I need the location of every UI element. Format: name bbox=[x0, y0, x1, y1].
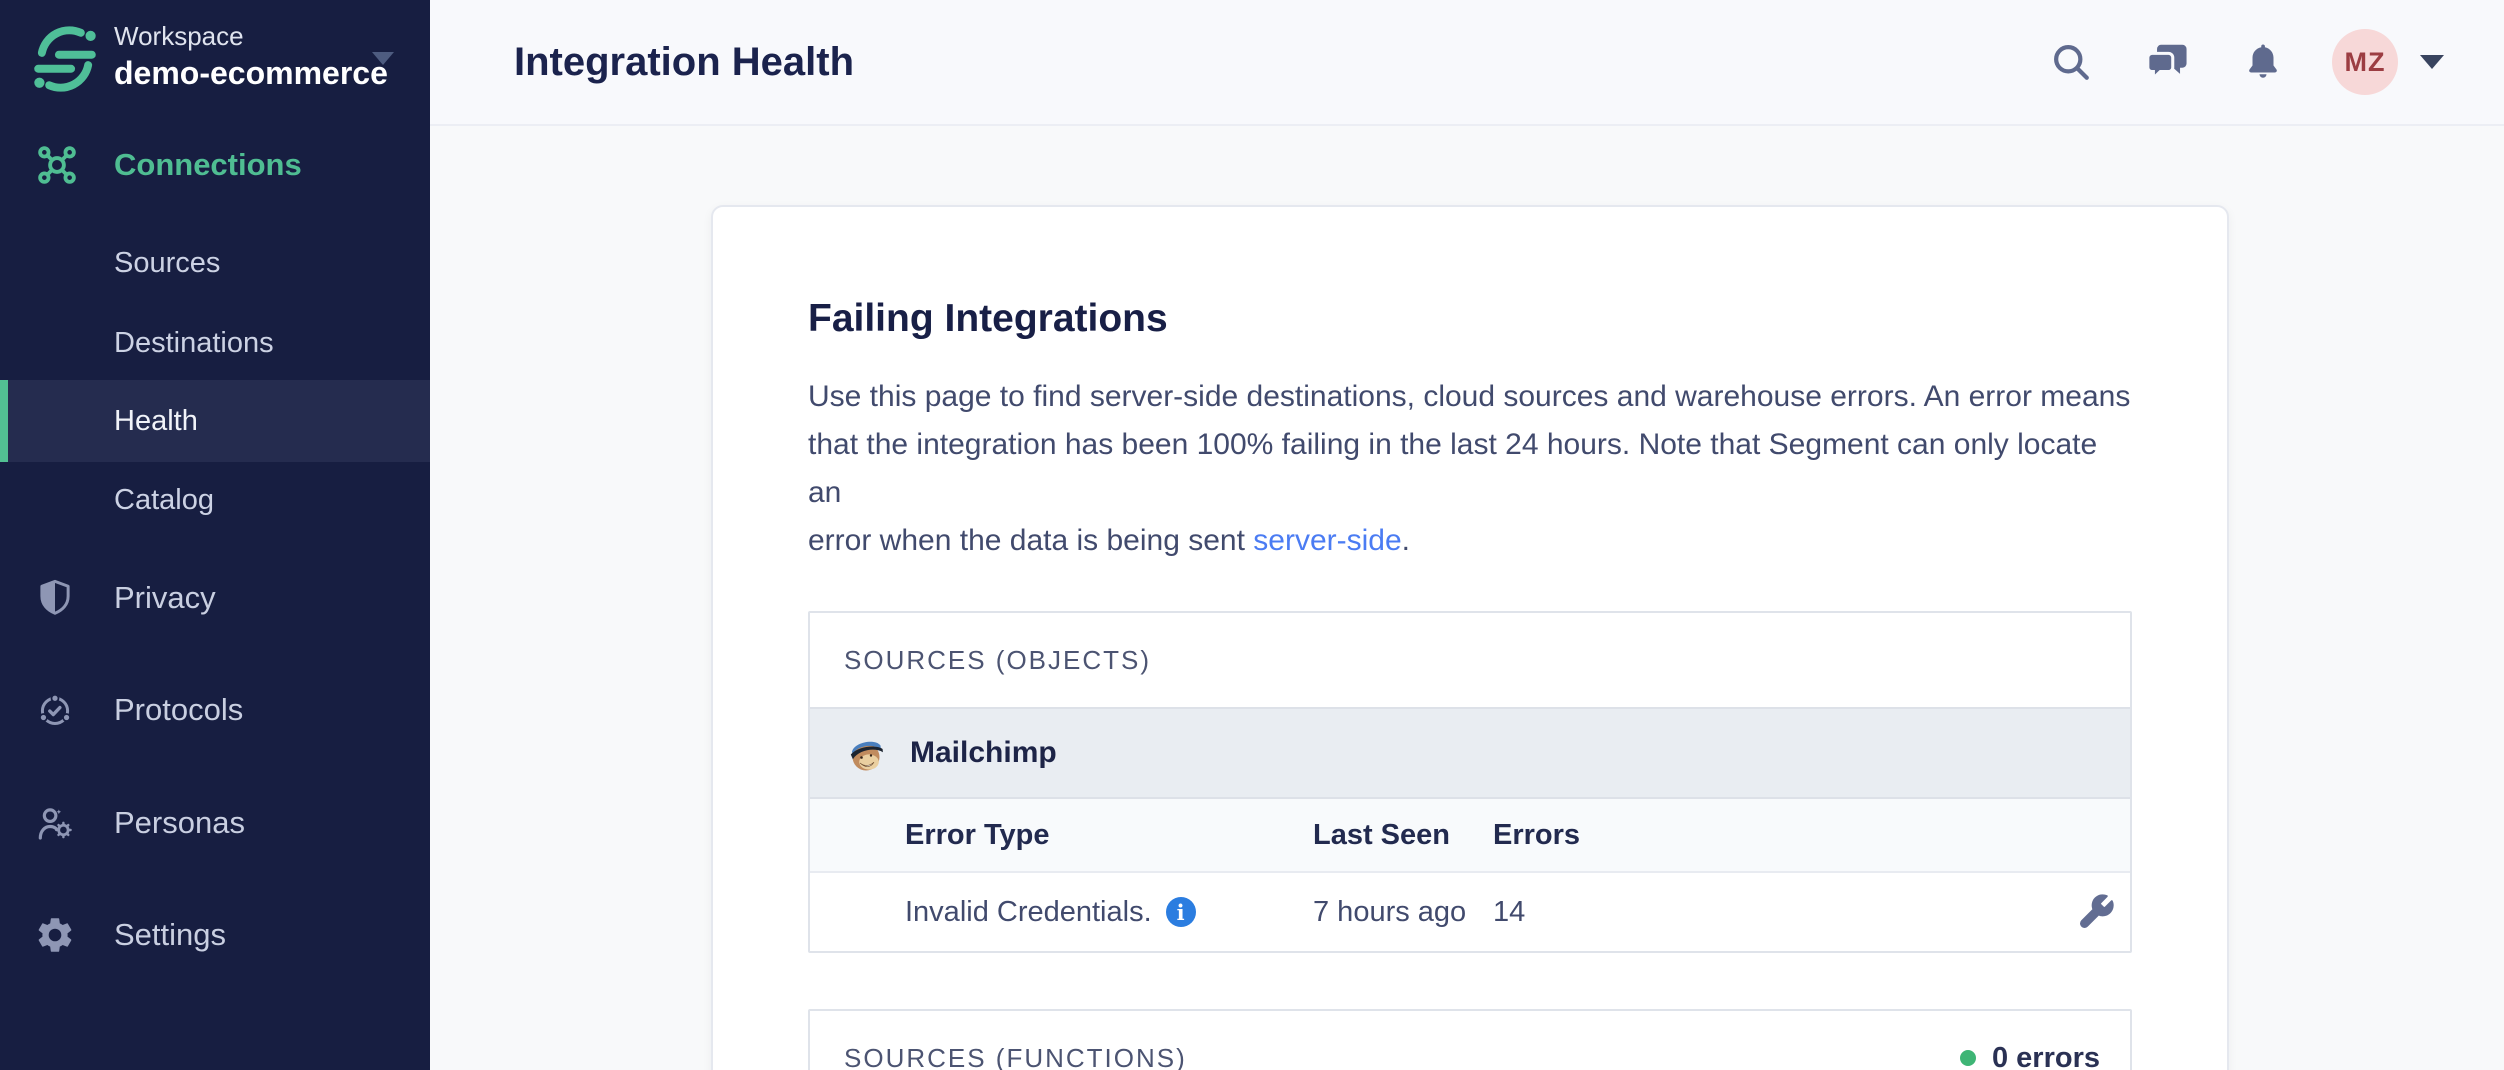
table-column-headers: Error Type Last Seen Errors bbox=[810, 799, 2130, 873]
sidebar-item-label: Sources bbox=[114, 247, 220, 280]
column-header-errors: Errors bbox=[1493, 819, 2050, 852]
sidebar-item-label: Privacy bbox=[114, 580, 216, 616]
sidebar-item-catalog[interactable]: Catalog bbox=[0, 460, 430, 540]
active-indicator-bar bbox=[0, 380, 8, 462]
sidebar-item-label: Health bbox=[114, 405, 198, 438]
workspace-caret-down-icon[interactable] bbox=[372, 52, 394, 65]
errors-count-cell: 14 bbox=[1493, 896, 2050, 929]
error-type-text: Invalid Credentials. bbox=[905, 896, 1152, 929]
topbar: Integration Health MZ bbox=[430, 0, 2504, 126]
status-dot-icon bbox=[1960, 1050, 1976, 1066]
wrench-icon bbox=[2076, 892, 2116, 932]
sidebar-item-destinations[interactable]: Destinations bbox=[0, 304, 430, 382]
description-line-1: Use this page to find server-side destin… bbox=[808, 373, 2132, 421]
chat-icon[interactable] bbox=[2144, 39, 2190, 85]
gear-icon bbox=[34, 914, 114, 956]
sources-objects-table: SOURCES (OBJECTS) Mailchimp Error Type L… bbox=[808, 611, 2132, 953]
avatar-initials: MZ bbox=[2345, 47, 2386, 78]
description-line-3-prefix: error when the data is being sent bbox=[808, 524, 1253, 557]
failing-integrations-card: Failing Integrations Use this page to fi… bbox=[711, 205, 2229, 1070]
mailchimp-logo bbox=[844, 731, 888, 775]
table-row: Invalid Credentials. i 7 hours ago 14 bbox=[810, 873, 2130, 951]
card-heading: Failing Integrations bbox=[808, 297, 2132, 341]
page-title: Integration Health bbox=[514, 40, 854, 85]
avatar-caret-down-icon[interactable] bbox=[2420, 55, 2444, 69]
sidebar-item-label: Protocols bbox=[114, 692, 243, 728]
column-header-last-seen: Last Seen bbox=[1313, 819, 1493, 852]
section-title: SOURCES (OBJECTS) bbox=[844, 645, 1151, 676]
source-row-mailchimp[interactable]: Mailchimp bbox=[810, 707, 2130, 799]
sources-functions-table: SOURCES (FUNCTIONS) 0 errors bbox=[808, 1009, 2132, 1070]
sidebar: Workspace demo-ecommerce Connections Sou… bbox=[0, 0, 430, 1070]
sidebar-item-label: Connections bbox=[114, 147, 302, 183]
sidebar-item-sources[interactable]: Sources bbox=[0, 224, 430, 302]
protocols-icon bbox=[34, 689, 114, 731]
column-header-error-type: Error Type bbox=[905, 819, 1313, 852]
sidebar-item-settings[interactable]: Settings bbox=[0, 891, 430, 979]
fix-action[interactable] bbox=[2076, 892, 2130, 932]
workspace-text: Workspace demo-ecommerce bbox=[114, 21, 388, 93]
error-type-cell: Invalid Credentials. i bbox=[905, 896, 1313, 929]
sources-objects-header: SOURCES (OBJECTS) bbox=[810, 613, 2130, 707]
source-name: Mailchimp bbox=[910, 736, 1057, 770]
description-suffix: . bbox=[1402, 524, 1410, 557]
sidebar-item-label: Settings bbox=[114, 917, 226, 953]
sidebar-item-protocols[interactable]: Protocols bbox=[0, 666, 430, 754]
card-description: Use this page to find server-side destin… bbox=[808, 373, 2132, 565]
shield-icon bbox=[34, 577, 114, 619]
sidebar-item-label: Personas bbox=[114, 805, 245, 841]
description-line-2: that the integration has been 100% faili… bbox=[808, 421, 2132, 517]
workspace-name: demo-ecommerce bbox=[114, 53, 388, 93]
workspace-label: Workspace bbox=[114, 21, 388, 51]
content-area: Failing Integrations Use this page to fi… bbox=[430, 128, 2504, 1070]
sidebar-item-label: Destinations bbox=[114, 327, 274, 360]
sidebar-item-privacy[interactable]: Privacy bbox=[0, 554, 430, 642]
description-line-3: error when the data is being sent server… bbox=[808, 517, 2132, 565]
section-title: SOURCES (FUNCTIONS) bbox=[844, 1043, 1187, 1070]
status-label: 0 errors bbox=[1992, 1042, 2100, 1070]
sidebar-item-health-active[interactable]: Health bbox=[0, 380, 430, 462]
bell-icon[interactable] bbox=[2240, 39, 2286, 85]
last-seen-cell: 7 hours ago bbox=[1313, 896, 1493, 929]
connections-icon bbox=[34, 142, 114, 188]
avatar[interactable]: MZ bbox=[2332, 29, 2398, 95]
status-badge: 0 errors bbox=[1960, 1042, 2100, 1070]
server-side-link[interactable]: server-side bbox=[1253, 524, 1401, 557]
info-icon[interactable]: i bbox=[1166, 897, 1196, 927]
search-icon[interactable] bbox=[2048, 39, 2094, 85]
workspace-switcher[interactable]: Workspace demo-ecommerce bbox=[0, 0, 430, 126]
personas-icon bbox=[34, 802, 114, 844]
sidebar-item-personas[interactable]: Personas bbox=[0, 779, 430, 867]
sidebar-item-label: Catalog bbox=[114, 484, 214, 517]
sidebar-item-connections[interactable]: Connections bbox=[0, 126, 430, 204]
segment-logo bbox=[26, 20, 104, 98]
topbar-actions: MZ bbox=[1998, 29, 2444, 95]
